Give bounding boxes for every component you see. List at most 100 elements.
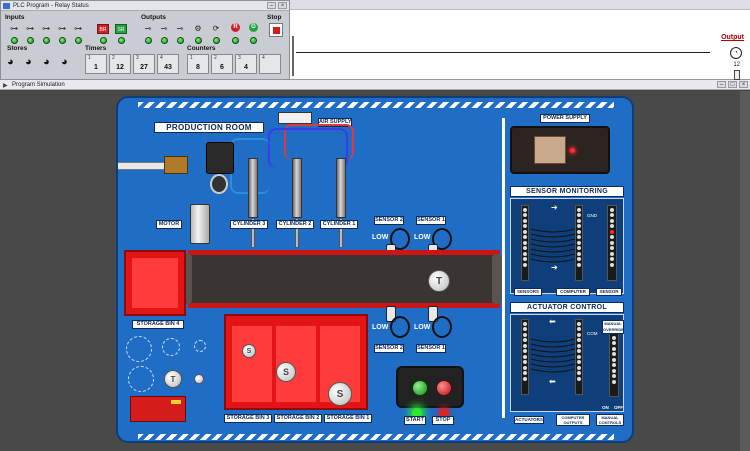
actuators-label: ACTUATORS [514,416,544,424]
counter-box[interactable]: 18 [187,54,209,74]
store-relay-icon[interactable]: ◕ [7,55,23,69]
com-label: COM [587,331,598,336]
stop-square-icon [273,27,280,34]
close-icon[interactable]: × [278,2,287,9]
storage-bin-2-label: STORAGE BIN 2 [274,414,322,423]
outputs-label: Outputs [141,14,166,21]
timer-box[interactable]: 2 12 [109,54,131,74]
counter-value: 4 [244,64,248,71]
timer-value: 43 [164,64,172,71]
placeholder-circle [128,366,154,392]
output-label[interactable]: Output [721,34,744,41]
bin-token-medium[interactable]: S [276,362,296,382]
timer-box[interactable]: 3 27 [133,54,155,74]
input-status-led [59,37,66,44]
sensor-monitoring-label: SENSOR MONITORING [510,186,624,197]
sensor-1-level-bottom: LOW [414,324,431,331]
manual-override-label[interactable]: MANUAL OVERRIDE [602,320,624,334]
cylinder-3[interactable] [248,158,258,218]
power-supply[interactable] [510,126,610,174]
sensor-1-level-top: LOW [414,234,431,241]
simulation-scrollbar[interactable] [740,91,750,451]
maximize-icon[interactable]: □ [728,81,737,88]
brass-valve [164,156,188,174]
input-status-led [27,37,34,44]
minimize-icon[interactable]: – [267,2,276,9]
solenoid-valve [206,142,234,174]
start-button[interactable] [412,380,428,396]
sensor-cable [432,316,452,338]
gnd-label: GND [587,213,597,218]
bin-token-small[interactable]: S [242,344,256,358]
conveyor-token[interactable]: T [428,270,450,292]
sensor-1-bottom-label: SENSOR 1 [416,344,446,353]
timer-index: 3 [136,55,139,61]
input-switch-icon[interactable]: ⊶ [71,24,85,34]
storage-bin-4 [124,250,186,316]
timer-value: 27 [140,64,148,71]
manual-switch-column[interactable] [609,333,619,397]
output-red-lamp-icon[interactable]: R [231,23,240,32]
floor-token[interactable]: T [164,370,182,388]
storage-bin-4-label: STORAGE BIN 4 [132,320,184,329]
placeholder-circle [126,336,152,362]
bin-token-large[interactable]: S [328,382,352,406]
counter-box[interactable]: 26 [211,54,233,74]
ladder-rung[interactable] [296,52,710,53]
editor-tab-bar [290,0,750,10]
motor[interactable] [190,204,210,244]
output-status-led [161,37,168,44]
counter-index: 3 [238,55,241,61]
input-switch-icon[interactable]: ⊶ [39,24,53,34]
conveyor-belt[interactable] [188,250,500,308]
counter-box[interactable]: 34 [235,54,257,74]
input-switch-icon[interactable]: ⊶ [7,24,21,34]
cylinder-2[interactable] [292,158,302,218]
timer-value: 1 [94,64,98,71]
input-status-led [100,37,107,44]
counter-box[interactable]: 4 [259,54,281,74]
left-arrow-icon: ⬅ [549,317,556,326]
input-switch-icon[interactable]: ⊶ [55,24,69,34]
close-icon[interactable]: × [739,81,748,88]
cylinder-1[interactable] [336,158,346,218]
minimize-icon[interactable]: – [717,81,726,88]
timer-box[interactable]: 11 [85,54,107,74]
input-switch-icon[interactable]: ⊶ [23,24,37,34]
store-relay-icon[interactable]: ◕ [25,55,41,69]
store-relay-icon[interactable]: ◕ [43,55,59,69]
sensor-2-top-label: SENSOR 2 [374,216,404,225]
output-green-lamp-icon[interactable]: G [249,23,258,32]
input-green-button[interactable]: SR [115,24,127,34]
sensor-1-top-label: SENSOR 1 [416,216,446,225]
cylinder-2-label: CYLINDER 2 [276,220,314,229]
board-divider [502,118,505,418]
sensor-led-column [607,205,617,281]
cylinder-output-icon[interactable]: ⊸ [141,24,155,34]
input-status-led [118,37,125,44]
simulation-title: Program Simulation [12,82,65,88]
floor-token-small[interactable] [194,374,204,384]
timer-box[interactable]: 4 43 [157,54,179,74]
output-status-led [250,37,257,44]
cylinder-output-icon[interactable]: ⊸ [157,24,171,34]
simulation-titlebar[interactable]: ▶ Program Simulation – □ × [0,80,750,90]
ladder-editor[interactable]: Output ◔ 12 [290,10,750,80]
cylinder-3-label: CYLINDER 3 [230,220,268,229]
cylinder-output-icon[interactable]: ⊸ [173,24,187,34]
storage-bin-1-label: STORAGE BIN 1 [324,414,372,423]
counters-label: Counters [187,45,216,52]
relay-status-window: PLC Program - Relay Status – × Inputs Ou… [0,0,290,80]
input-red-button[interactable]: BR [97,24,109,34]
store-relay-icon[interactable]: ◕ [61,55,77,69]
stop-button[interactable] [269,23,283,37]
sensor-2-level-top: LOW [372,234,389,241]
power-supply-label: POWER SUPPLY [540,114,590,123]
motor-output-icon[interactable]: ⚙ [191,24,205,34]
rotate-output-icon[interactable]: ⟳ [209,24,223,34]
relay-status-titlebar[interactable]: PLC Program - Relay Status – × [1,1,289,11]
timer-value: 12 [116,64,124,71]
stop-button-panel[interactable] [436,380,452,396]
actuator-wiring [531,338,575,373]
output-coil-icon[interactable]: ◔ [730,47,742,59]
